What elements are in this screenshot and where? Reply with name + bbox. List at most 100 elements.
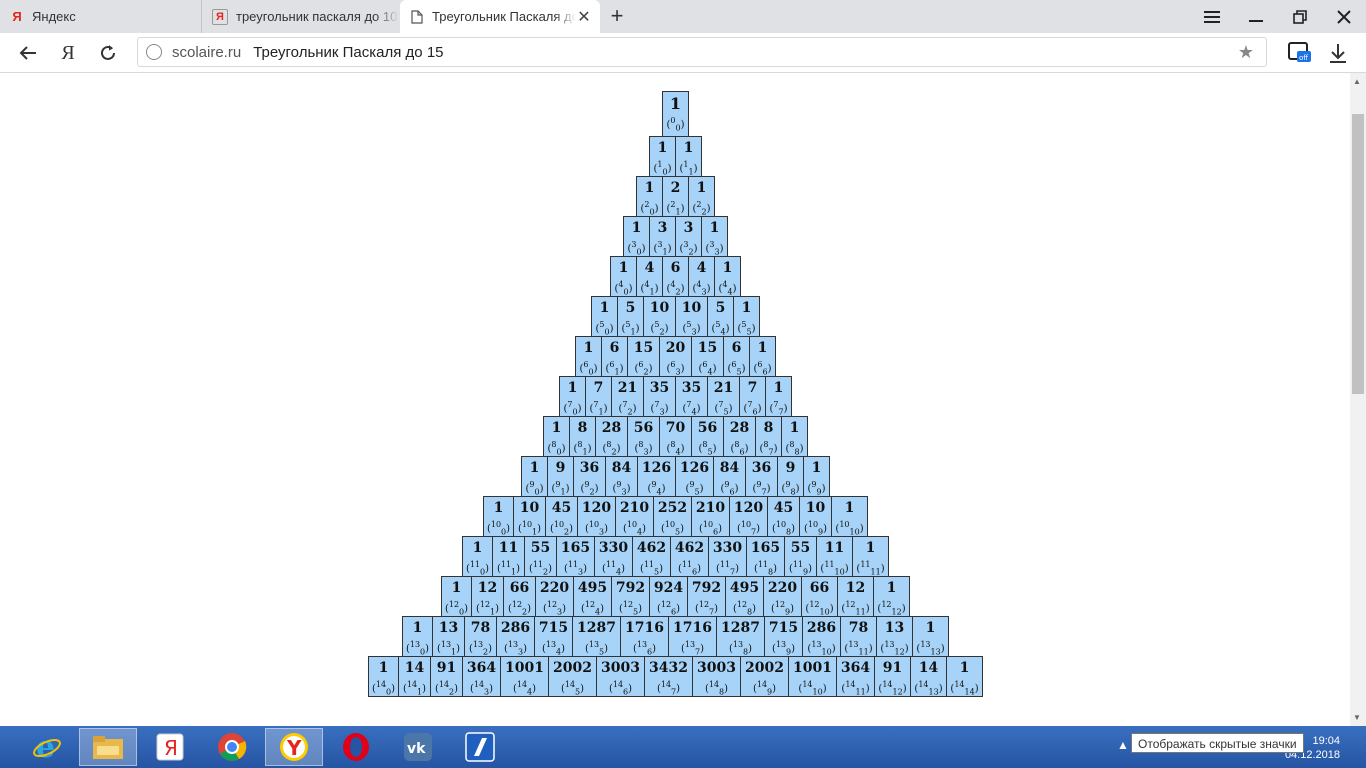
- cell-value: 3003: [601, 660, 640, 676]
- pascal-cell: 70 (84): [659, 416, 692, 457]
- browser-toolbar: Я scolaire.ru Треугольник Паскаля до 15 …: [0, 33, 1366, 73]
- cell-value: 70: [665, 420, 686, 436]
- pascal-cell: 1 (50): [591, 296, 618, 337]
- cell-value: 792: [691, 580, 722, 596]
- opera-icon[interactable]: [327, 728, 385, 766]
- close-window-icon[interactable]: [1322, 0, 1366, 33]
- tray-tooltip: Отображать скрытые значки: [1131, 733, 1304, 753]
- cell-value: 21: [617, 380, 638, 396]
- pascal-cell: 1 (30): [623, 216, 650, 257]
- reload-icon[interactable]: [94, 39, 122, 67]
- lingvo-icon[interactable]: [451, 728, 509, 766]
- pascal-cell: 66 (1210): [801, 576, 838, 617]
- pascal-cell: 1 (70): [559, 376, 586, 417]
- pascal-cell: 126 (94): [637, 456, 676, 497]
- cell-value: 2002: [745, 660, 784, 676]
- back-icon[interactable]: [14, 39, 42, 67]
- pascal-cell: 21 (75): [707, 376, 740, 417]
- pascal-cell: 5 (51): [617, 296, 644, 337]
- pascal-cell: 11 (1110): [816, 536, 853, 577]
- internet-explorer-icon[interactable]: e: [18, 728, 76, 766]
- cell-value: 8: [763, 420, 774, 436]
- pascal-cell: 56 (85): [691, 416, 724, 457]
- tab-pascal[interactable]: Треугольник Паскаля до ✕: [400, 0, 600, 33]
- cell-value: 66: [809, 580, 830, 596]
- file-explorer-icon[interactable]: [79, 728, 137, 766]
- scroll-thumb[interactable]: [1352, 114, 1364, 394]
- cell-value: 28: [601, 420, 622, 436]
- pascal-cell: 165 (113): [556, 536, 595, 577]
- pascal-cell: 36 (92): [573, 456, 606, 497]
- cell-value: 715: [538, 620, 569, 636]
- scroll-down-icon[interactable]: ▼: [1353, 713, 1361, 722]
- cell-value: 1: [657, 140, 668, 156]
- pascal-cell: 56 (83): [627, 416, 660, 457]
- pascal-cell: 14 (141): [398, 656, 431, 697]
- cell-value: 6: [731, 340, 742, 356]
- cell-value: 1: [583, 340, 594, 356]
- yandex-button[interactable]: Я: [54, 39, 82, 67]
- tab-search[interactable]: Я треугольник паскаля до 10: [201, 0, 399, 33]
- cell-value: 364: [466, 660, 497, 676]
- pascal-cell: 1001 (144): [500, 656, 549, 697]
- cell-value: 1: [696, 180, 707, 196]
- pascal-cell: 8 (87): [755, 416, 782, 457]
- pascal-cell: 13 (131): [432, 616, 465, 657]
- address-bar[interactable]: scolaire.ru Треугольник Паскаля до 15 ★: [137, 37, 1267, 67]
- bookmark-star-icon[interactable]: ★: [1238, 42, 1254, 63]
- cell-value: 35: [649, 380, 670, 396]
- cell-value: 28: [729, 420, 750, 436]
- tab-strip: Я Яндекс Я треугольник паскаля до 10 Тре…: [0, 0, 1366, 33]
- yandex-icon: Я: [12, 9, 22, 24]
- pascal-cell: 1 (130): [402, 616, 433, 657]
- extension-off-icon[interactable]: off: [1286, 39, 1314, 67]
- pascal-cell: 4 (43): [688, 256, 715, 297]
- pascal-cell: 14 (1413): [910, 656, 947, 697]
- show-hidden-icons-icon[interactable]: ▲: [1117, 738, 1129, 752]
- cell-value: 715: [768, 620, 799, 636]
- pascal-cell: 35 (73): [643, 376, 676, 417]
- pascal-cell: 165 (118): [746, 536, 785, 577]
- pascal-cell: 1 (66): [749, 336, 776, 377]
- yandex-browser-icon[interactable]: Я: [141, 728, 199, 766]
- binomial-label: (00): [666, 116, 685, 133]
- scroll-up-icon[interactable]: ▲: [1353, 77, 1361, 86]
- restore-icon[interactable]: [1278, 0, 1322, 33]
- pascal-cell: 210 (104): [615, 496, 654, 537]
- cell-value: 1001: [505, 660, 544, 676]
- pascal-cell: 12 (121): [471, 576, 504, 617]
- minimize-icon[interactable]: [1234, 0, 1278, 33]
- cell-value: 1: [529, 460, 540, 476]
- close-tab-icon[interactable]: ✕: [576, 7, 592, 27]
- binomial-label: (1410): [798, 680, 827, 697]
- pascal-cell: 1 (140): [368, 656, 399, 697]
- pascal-cell: 1716 (136): [620, 616, 669, 657]
- cell-value: 8: [577, 420, 588, 436]
- svg-text:Я: Я: [164, 736, 178, 760]
- cell-value: 1: [451, 580, 462, 596]
- pascal-cell: 1 (40): [610, 256, 637, 297]
- cell-value: 1716: [625, 620, 664, 636]
- menu-icon[interactable]: [1190, 0, 1234, 33]
- cell-value: 4: [696, 260, 707, 276]
- tab-yandex[interactable]: Я Яндекс: [0, 0, 200, 33]
- pascal-cell: 9 (91): [547, 456, 574, 497]
- tab-label: треугольник паскаля до 10: [236, 9, 398, 24]
- chrome-icon[interactable]: [203, 728, 261, 766]
- vertical-scrollbar[interactable]: ▲ ▼: [1350, 73, 1366, 726]
- vk-icon[interactable]: vk: [389, 728, 447, 766]
- svg-text:Y: Y: [286, 736, 302, 760]
- cell-value: 7: [593, 380, 604, 396]
- cell-value: 12: [845, 580, 866, 596]
- cell-value: 165: [750, 540, 781, 556]
- cell-value: 1: [925, 620, 936, 636]
- cell-value: 126: [641, 460, 672, 476]
- new-tab-button[interactable]: +: [604, 4, 630, 30]
- pascal-cell: 330 (117): [708, 536, 747, 577]
- download-icon[interactable]: [1324, 39, 1352, 67]
- yandex-circle-icon[interactable]: Y: [265, 728, 323, 766]
- cell-value: 78: [470, 620, 491, 636]
- pascal-cell: 78 (1311): [840, 616, 877, 657]
- cell-value: 66: [509, 580, 530, 596]
- binomial-label: (148): [704, 680, 729, 697]
